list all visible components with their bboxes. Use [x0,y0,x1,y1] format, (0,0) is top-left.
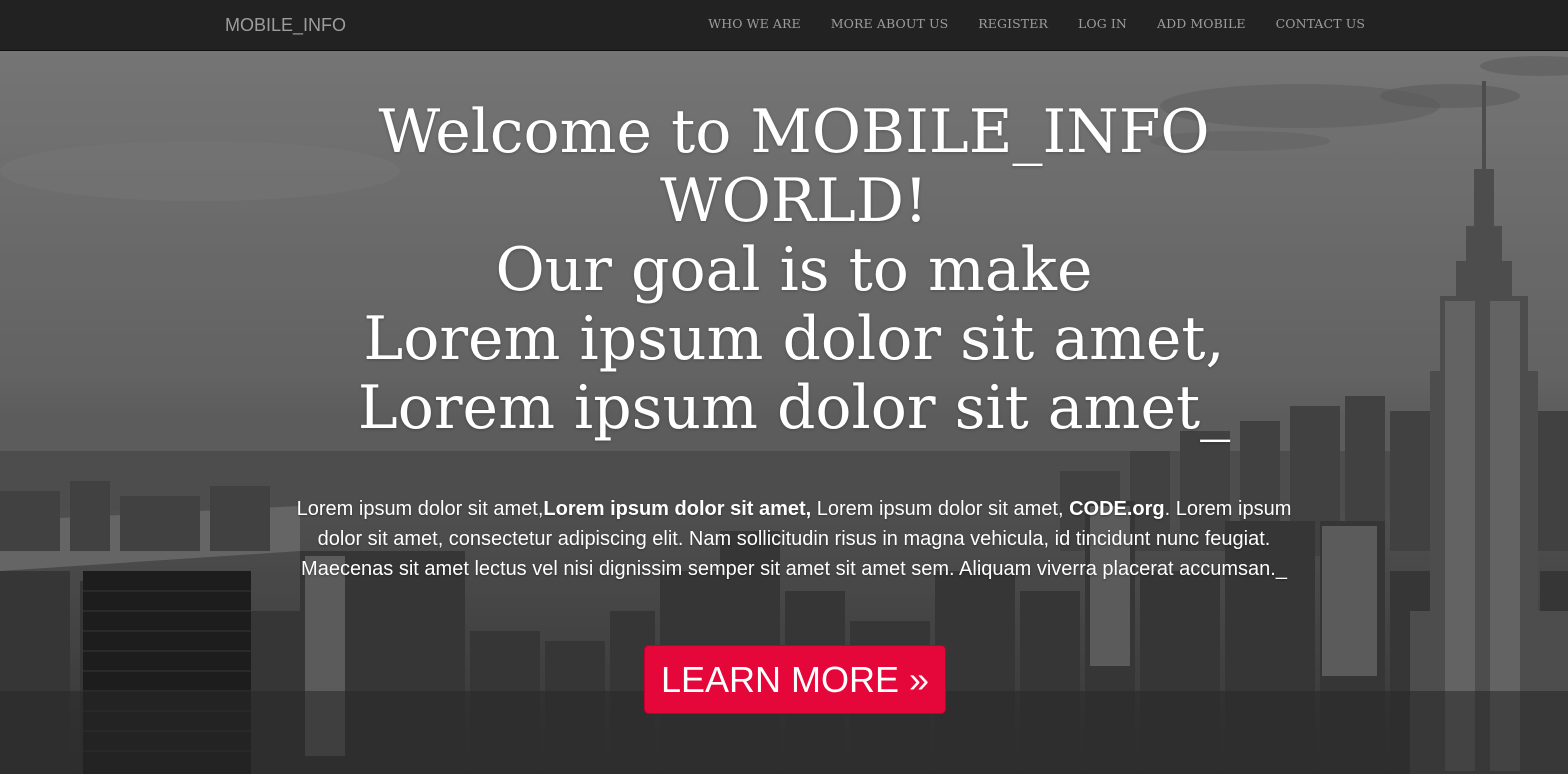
hero-lead-paragraph: Lorem ipsum dolor sit amet,Lorem ipsum d… [294,494,1294,584]
lead-text-1: Lorem ipsum dolor sit amet, [296,498,544,520]
nav-item-more-about-us: MORE ABOUT US [816,0,964,50]
nav-link-more-about-us[interactable]: MORE ABOUT US [816,0,964,50]
nav-link-log-in[interactable]: LOG IN [1063,0,1142,50]
lead-text-2: Lorem ipsum dolor sit amet, [811,498,1070,520]
hero-heading: Welcome to MOBILE_INFO WORLD! Our goal i… [284,98,1304,443]
hero-heading-line-3: Our goal is to make [495,235,1093,305]
nav-link-contact-us[interactable]: CONTACT US [1261,0,1380,50]
hero-heading-line-4: Lorem ipsum dolor sit amet, [363,304,1225,374]
lead-bold-1: Lorem ipsum dolor sit amet, [543,498,812,520]
hero-heading-line-1: Welcome to MOBILE_INFO [378,97,1210,167]
lead-bold-code-org: CODE.org [1069,498,1165,520]
brand-logo-link[interactable]: MOBILE_INFO [225,0,346,50]
hero-section: Welcome to MOBILE_INFO WORLD! Our goal i… [0,51,1568,774]
nav-item-who-we-are: WHO WE ARE [693,0,815,50]
top-navbar: MOBILE_INFO WHO WE ARE MORE ABOUT US REG… [0,0,1568,51]
nav-link-add-mobile[interactable]: ADD MOBILE [1142,0,1261,50]
hero-heading-line-5: Lorem ipsum dolor sit amet_ [357,373,1231,443]
nav-item-contact-us: CONTACT US [1261,0,1380,50]
main-nav: WHO WE ARE MORE ABOUT US REGISTER LOG IN… [693,0,1380,50]
nav-item-log-in: LOG IN [1063,0,1142,50]
nav-item-register: REGISTER [963,0,1063,50]
learn-more-button[interactable]: LEARN MORE » [644,645,946,714]
hero-heading-line-2: WORLD! [659,166,929,236]
nav-link-who-we-are[interactable]: WHO WE ARE [693,0,815,50]
nav-item-add-mobile: ADD MOBILE [1142,0,1261,50]
nav-link-register[interactable]: REGISTER [963,0,1063,50]
